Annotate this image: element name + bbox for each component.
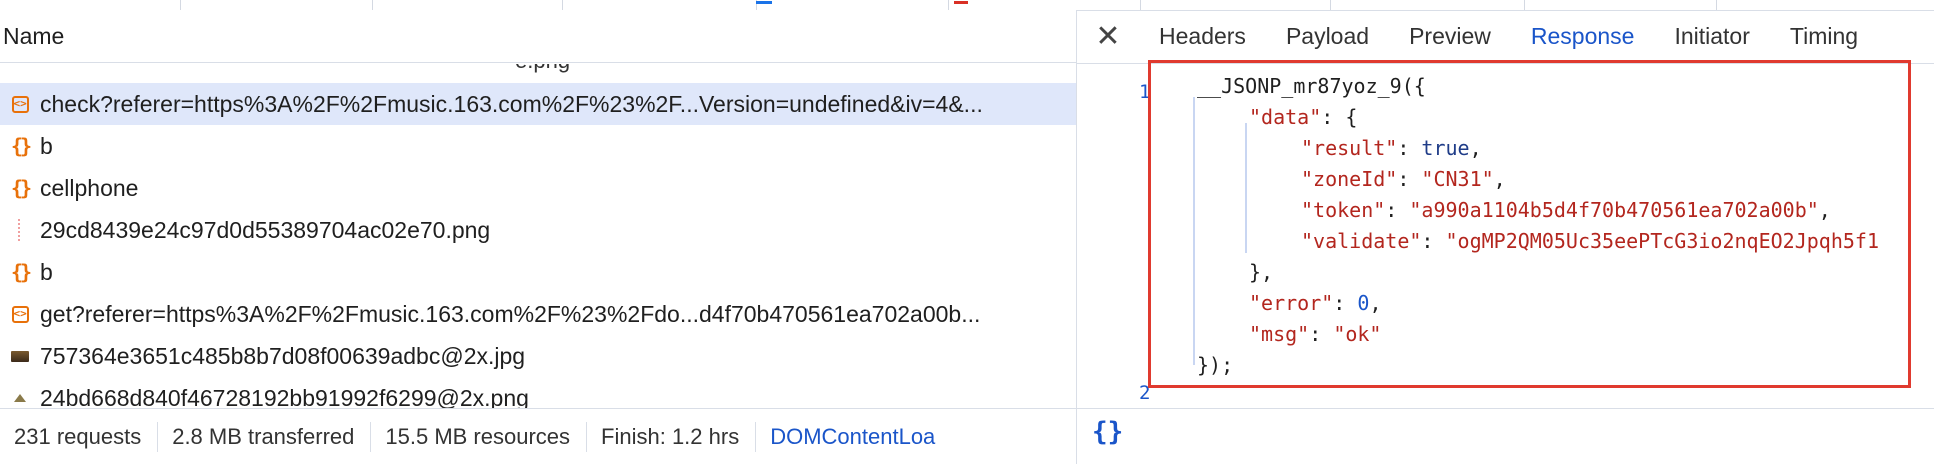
timeline-tick (1716, 0, 1717, 10)
network-status-bar: 231 requests 2.8 MB transferred 15.5 MB … (0, 408, 1076, 465)
request-rows: <> check?referer=https%3A%2F%2Fmusic.163… (0, 83, 1076, 419)
tab-initiator[interactable]: Initiator (1654, 10, 1769, 63)
script-icon: {} (10, 260, 32, 284)
request-count: 231 requests (0, 422, 159, 452)
transferred-size: 2.8 MB transferred (158, 422, 372, 452)
script-icon: {} (10, 176, 32, 200)
document-icon: <> (11, 95, 29, 113)
placeholder-icon (18, 219, 22, 241)
details-tabbar: ✕ Headers Payload Preview Response Initi… (1077, 10, 1934, 64)
request-name: b (40, 258, 53, 285)
request-name: 757364e3651c485b8b7d08f00639adbc@2x.jpg (40, 342, 526, 369)
request-row[interactable]: <> get?referer=https%3A%2F%2Fmusic.163.c… (0, 293, 1076, 335)
timeline-tick (1524, 0, 1525, 10)
highlight-box (1148, 60, 1911, 388)
request-name: b (40, 132, 53, 159)
request-row[interactable]: <> check?referer=https%3A%2F%2Fmusic.163… (0, 83, 1076, 125)
request-row[interactable]: 29cd8439e24c97d0d55389704ac02e70.png (0, 209, 1076, 251)
request-row[interactable]: 757364e3651c485b8b7d08f00639adbc@2x.jpg (0, 335, 1076, 377)
timeline-tick (562, 0, 563, 10)
tab-response[interactable]: Response (1510, 10, 1655, 63)
close-icon[interactable]: ✕ (1077, 10, 1139, 63)
resources-size: 15.5 MB resources (371, 422, 588, 452)
image-icon (11, 350, 29, 362)
pretty-print-button[interactable]: {} (1092, 417, 1123, 447)
tab-preview[interactable]: Preview (1389, 10, 1511, 63)
script-icon: {} (10, 134, 32, 158)
request-name: get?referer=https%3A%2F%2Fmusic.163.com%… (40, 300, 981, 327)
tab-headers[interactable]: Headers (1139, 10, 1266, 63)
tab-payload[interactable]: Payload (1266, 10, 1389, 63)
timeline-tick (948, 0, 949, 10)
request-name: 29cd8439e24c97d0d55389704ac02e70.png (40, 216, 491, 243)
scrolled-row-text: e.png (515, 64, 625, 74)
request-row[interactable]: {} b (0, 251, 1076, 293)
timeline-marker (756, 1, 772, 4)
domcontentloaded-time: DOMContentLoa (770, 424, 936, 449)
timeline-tick (1140, 0, 1141, 10)
request-name: cellphone (40, 174, 139, 201)
tab-timing[interactable]: Timing (1770, 10, 1878, 63)
request-name: check?referer=https%3A%2F%2Fmusic.163.co… (40, 90, 983, 117)
image-icon (14, 394, 26, 402)
name-column-header[interactable]: Name (0, 10, 1076, 63)
scrolled-row-peek: e.png (515, 64, 625, 74)
timeline-tick (180, 0, 181, 10)
request-row[interactable]: {} cellphone (0, 167, 1076, 209)
request-row[interactable]: {} b (0, 125, 1076, 167)
timeline-tick (1330, 0, 1331, 10)
finish-time: Finish: 1.2 hrs (587, 422, 757, 452)
timeline-tick (372, 0, 373, 10)
document-icon: <> (11, 305, 29, 323)
request-list-panel: Name e.png <> check?referer=https%3A%2F%… (0, 10, 1076, 465)
response-footer: {} (1077, 408, 1934, 465)
timeline-marker (954, 1, 968, 4)
